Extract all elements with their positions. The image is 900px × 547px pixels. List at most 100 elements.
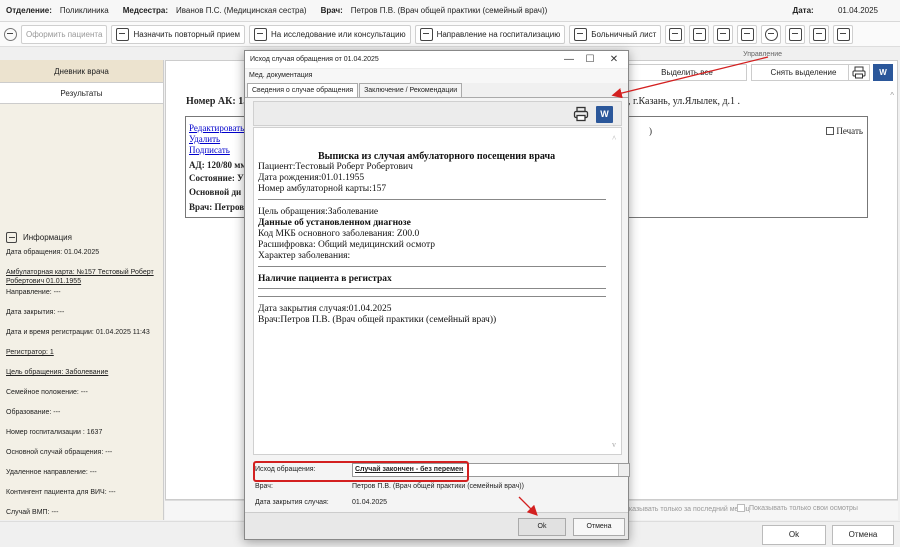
last-month-filter[interactable]: Показывать только за последний месяц [620, 506, 750, 513]
print-button[interactable] [848, 64, 870, 81]
own-exams-filter[interactable]: Показывать только свои осмотры [737, 504, 858, 512]
dialog-doctor-value: Петров П.В. (Врач общей практики (семейн… [352, 483, 524, 490]
info-row-card[interactable]: Амбулаторная карта: №157 Тестовый Роберт… [6, 268, 157, 286]
ak-number: Номер АК: 15 [186, 96, 249, 107]
close-icon[interactable]: ✕ [608, 54, 620, 65]
nurse-value: Иванов П.С. (Медицинская сестра) [176, 6, 307, 15]
document-button[interactable] [689, 24, 710, 44]
sick-leave-button[interactable]: Больничный лист [569, 24, 662, 44]
tab-case-info[interactable]: Сведения о случае обращения [247, 83, 359, 97]
deselect-button[interactable]: Снять выделение [751, 64, 856, 81]
repeat-appointment-button[interactable]: Назначить повторный прием [111, 24, 246, 44]
tab-doctor-diary[interactable]: Дневник врача [0, 60, 163, 83]
doc-patient: Пациент:Тестовый Роберт Робертович [258, 162, 413, 172]
patient-address: л, г.Казань, ул.Ялылек, д.1 . [623, 96, 741, 107]
minimize-icon[interactable]: — [563, 54, 575, 65]
info-row-hospitalization: Номер госпитализации : 1637 [6, 429, 103, 436]
certificate-icon [788, 27, 802, 41]
info-row-marital: Семейное положение: --- [6, 389, 88, 396]
dialog-title: Исход случая обращения от 01.04.2025 [250, 56, 379, 63]
department-label: Отделение: [6, 6, 52, 15]
nurse-label: Медсестра: [122, 6, 169, 15]
doc-divider-2 [258, 266, 606, 267]
management-label: Управление [743, 51, 782, 58]
doc-card-number: Номер амбулаторной карты:157 [258, 184, 387, 194]
select-all-button[interactable]: Выделить все [627, 64, 747, 81]
printer-icon[interactable] [573, 106, 589, 122]
doc-scroll-down[interactable]: v [612, 440, 616, 449]
doc-divider-3 [258, 288, 606, 289]
research-consult-label: На исследование или консультацию [271, 29, 406, 39]
export-button[interactable] [713, 24, 734, 44]
sick-leave-icon [574, 27, 588, 41]
repeat-appointment-label: Назначить повторный прием [133, 29, 241, 39]
dropdown-icon[interactable] [618, 464, 629, 476]
print-checkbox-row[interactable]: Печать [826, 126, 863, 136]
certificate-button[interactable] [785, 24, 806, 44]
dialog-doctor-label: Врач: [255, 483, 273, 490]
hospitalization-label: Направление на госпитализацию [436, 29, 561, 39]
doctor-label: Врач: [320, 6, 343, 15]
ok-button[interactable]: Ok [762, 525, 826, 545]
menu-med-docs[interactable]: Мед. документация [249, 72, 312, 79]
stethoscope-icon [764, 27, 778, 41]
repeat-appointment-icon [116, 27, 130, 41]
doc-dob: Дата рождения:01.01.1955 [258, 173, 365, 183]
delete-link[interactable]: Удалить [189, 134, 220, 144]
dialog-close-date-value: 01.04.2025 [352, 499, 388, 506]
info-row-main-case: Основной случай обращения: --- [6, 449, 113, 456]
maximize-icon[interactable]: ☐ [584, 54, 596, 65]
chat-button[interactable] [665, 24, 686, 44]
dialog-cancel-button[interactable]: Отмена [573, 518, 625, 536]
export-icon [716, 27, 730, 41]
doc-diagnosis-title: Данные об установленном диагнозе [258, 218, 411, 228]
sign-link[interactable]: Подписать [189, 145, 230, 155]
dialog-ok-button[interactable]: Ok [518, 518, 566, 536]
info-icon [6, 232, 17, 243]
printer-icon [852, 66, 866, 79]
hospitalization-button[interactable]: Направление на госпитализацию [414, 24, 566, 44]
info-header: Информация [6, 232, 157, 243]
date-block: Дата: 01.04.2025 [793, 6, 878, 15]
doc-decode: Расшифровка: Общий медицинский осмотр [258, 240, 436, 250]
dialog-tabs: Сведения о случае обращения Заключение /… [245, 83, 628, 98]
word-export-icon[interactable]: W [596, 106, 613, 123]
library-button[interactable] [809, 24, 830, 44]
info-row-close-date: Дата закрытия: --- [6, 309, 65, 316]
sick-leave-label: Больничный лист [591, 29, 657, 39]
edit-link[interactable]: Редактировать [189, 123, 244, 133]
discharge-document: ^ Выписка из случая амбулаторного посеще… [253, 127, 622, 455]
dialog-close-date-label: Дата закрытия случая: [255, 499, 329, 506]
header-bar: Отделение: Поликлиника Медсестра: Иванов… [0, 0, 900, 22]
state-value: Состояние: У [189, 173, 244, 183]
main-toolbar: Оформить пациента Назначить повторный пр… [0, 22, 900, 47]
doc-close-date: Дата закрытия случая:01.04.2025 [258, 304, 392, 314]
info-row-purpose[interactable]: Цель обращения: Заболевание [6, 368, 157, 377]
doctor-value: Петров П.В. (Врач общей практики (семейн… [350, 6, 548, 15]
tab-results[interactable]: Результаты [0, 83, 163, 104]
record-doctor: Врач: Петров [189, 202, 245, 212]
outcome-highlight-box [253, 461, 469, 482]
register-patient-button[interactable]: Оформить пациента [21, 24, 108, 44]
cancel-button[interactable]: Отмена [832, 525, 894, 545]
research-consult-button[interactable]: На исследование или консультацию [249, 24, 411, 44]
own-exams-label: Показывать только свои осмотры [749, 504, 858, 512]
research-icon [254, 27, 268, 41]
scroll-up-arrow[interactable]: ^ [890, 91, 894, 100]
word-button[interactable]: W [873, 64, 893, 81]
dialog-toolbar: W [253, 101, 622, 126]
document-icon [692, 27, 706, 41]
edit-doc-icon [740, 27, 754, 41]
info-row-registrar[interactable]: Регистратор: 1 [6, 348, 157, 357]
print-checkbox[interactable] [826, 127, 835, 135]
doc-scroll-up[interactable]: ^ [612, 134, 616, 143]
stethoscope-button[interactable] [761, 24, 782, 44]
edit-doc-button[interactable] [737, 24, 758, 44]
own-exams-checkbox[interactable] [737, 504, 745, 512]
tab-conclusion[interactable]: Заключение / Рекомендации [359, 83, 463, 97]
doc-mkb-code: Код МКБ основного заболевания: Z00.0 [258, 229, 420, 239]
file-button[interactable] [833, 24, 854, 44]
doc-title: Выписка из случая амбулаторного посещени… [318, 151, 556, 162]
add-patient-icon[interactable] [4, 27, 17, 41]
doc-registers: Наличие пациента в регистрах [258, 274, 392, 284]
